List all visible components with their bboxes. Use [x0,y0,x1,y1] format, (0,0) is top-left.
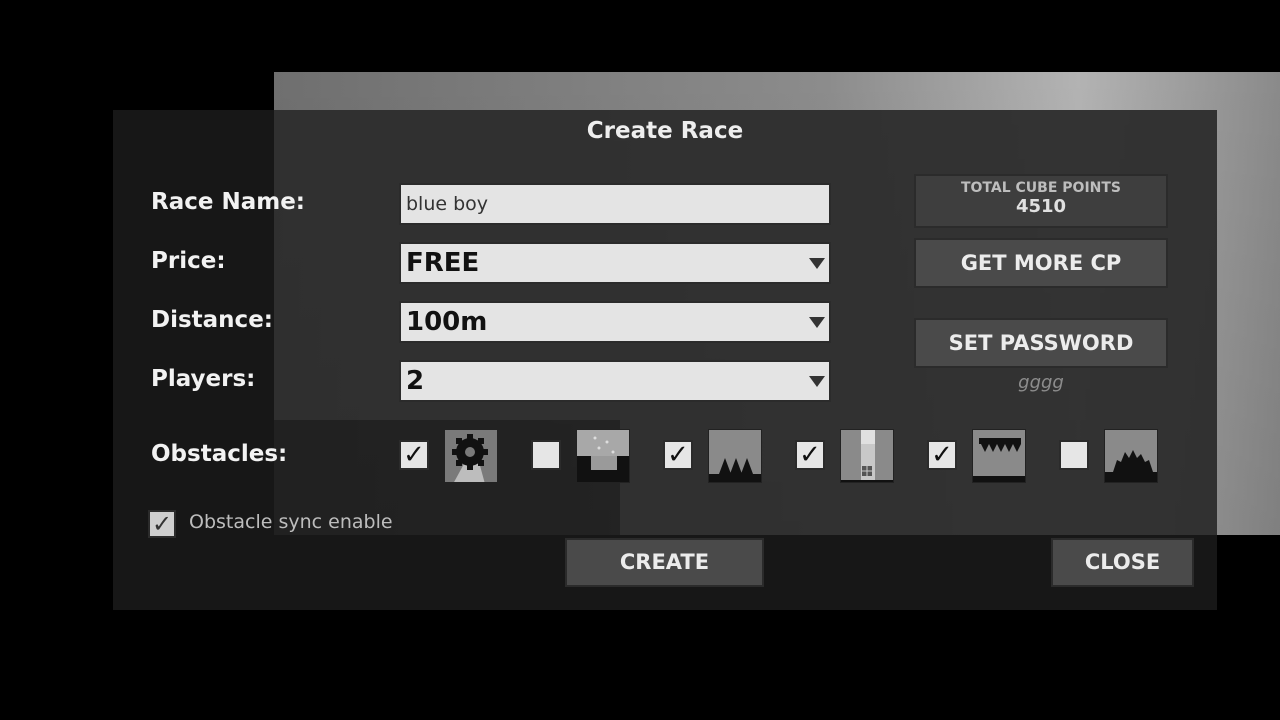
spiky-mound-obstacle-icon [1104,429,1158,483]
create-button[interactable]: CREATE [565,538,764,587]
race-name-label: Race Name: [151,189,306,215]
falling-blocks-obstacle-icon [576,429,630,483]
total-cube-points-box: TOTAL CUBE POINTS 4510 [914,174,1168,228]
price-label: Price: [151,248,226,274]
price-select[interactable]: FREE [399,242,831,284]
chevron-down-icon [809,317,825,328]
floor-spikes-obstacle-icon [708,429,762,483]
distance-label: Distance: [151,307,273,333]
obstacle-checkbox-2[interactable] [531,440,561,470]
race-name-input[interactable]: blue boy [399,183,831,225]
obstacle-checkbox-6[interactable] [1059,440,1089,470]
pillar-obstacle-icon [840,429,894,483]
ceiling-spikes-obstacle-icon [972,429,1026,483]
obstacle-checkbox-5[interactable]: ✓ [927,440,957,470]
cube-points-value: 4510 [1015,196,1067,217]
players-label: Players: [151,366,256,392]
obstacle-checkbox-4[interactable]: ✓ [795,440,825,470]
gear-saw-obstacle-icon [444,429,498,483]
password-value: gggg [1018,372,1064,393]
distance-value: 100m [406,307,488,337]
players-value: 2 [406,366,425,396]
obstacles-label: Obstacles: [151,441,288,467]
cube-points-label: TOTAL CUBE POINTS [960,180,1121,196]
price-value: FREE [406,248,480,278]
obstacle-checkbox-3[interactable]: ✓ [663,440,693,470]
distance-select[interactable]: 100m [399,301,831,343]
dialog-title: Create Race [586,118,744,144]
race-name-value: blue boy [406,193,489,215]
obstacle-checkbox-1[interactable]: ✓ [399,440,429,470]
chevron-down-icon [809,258,825,269]
close-button[interactable]: CLOSE [1051,538,1194,587]
obstacle-sync-label: Obstacle sync enable [189,511,393,533]
get-more-cp-button[interactable]: GET MORE CP [914,238,1168,288]
set-password-button[interactable]: SET PASSWORD [914,318,1168,368]
obstacle-sync-checkbox[interactable]: ✓ [148,510,176,538]
players-select[interactable]: 2 [399,360,831,402]
chevron-down-icon [809,376,825,387]
